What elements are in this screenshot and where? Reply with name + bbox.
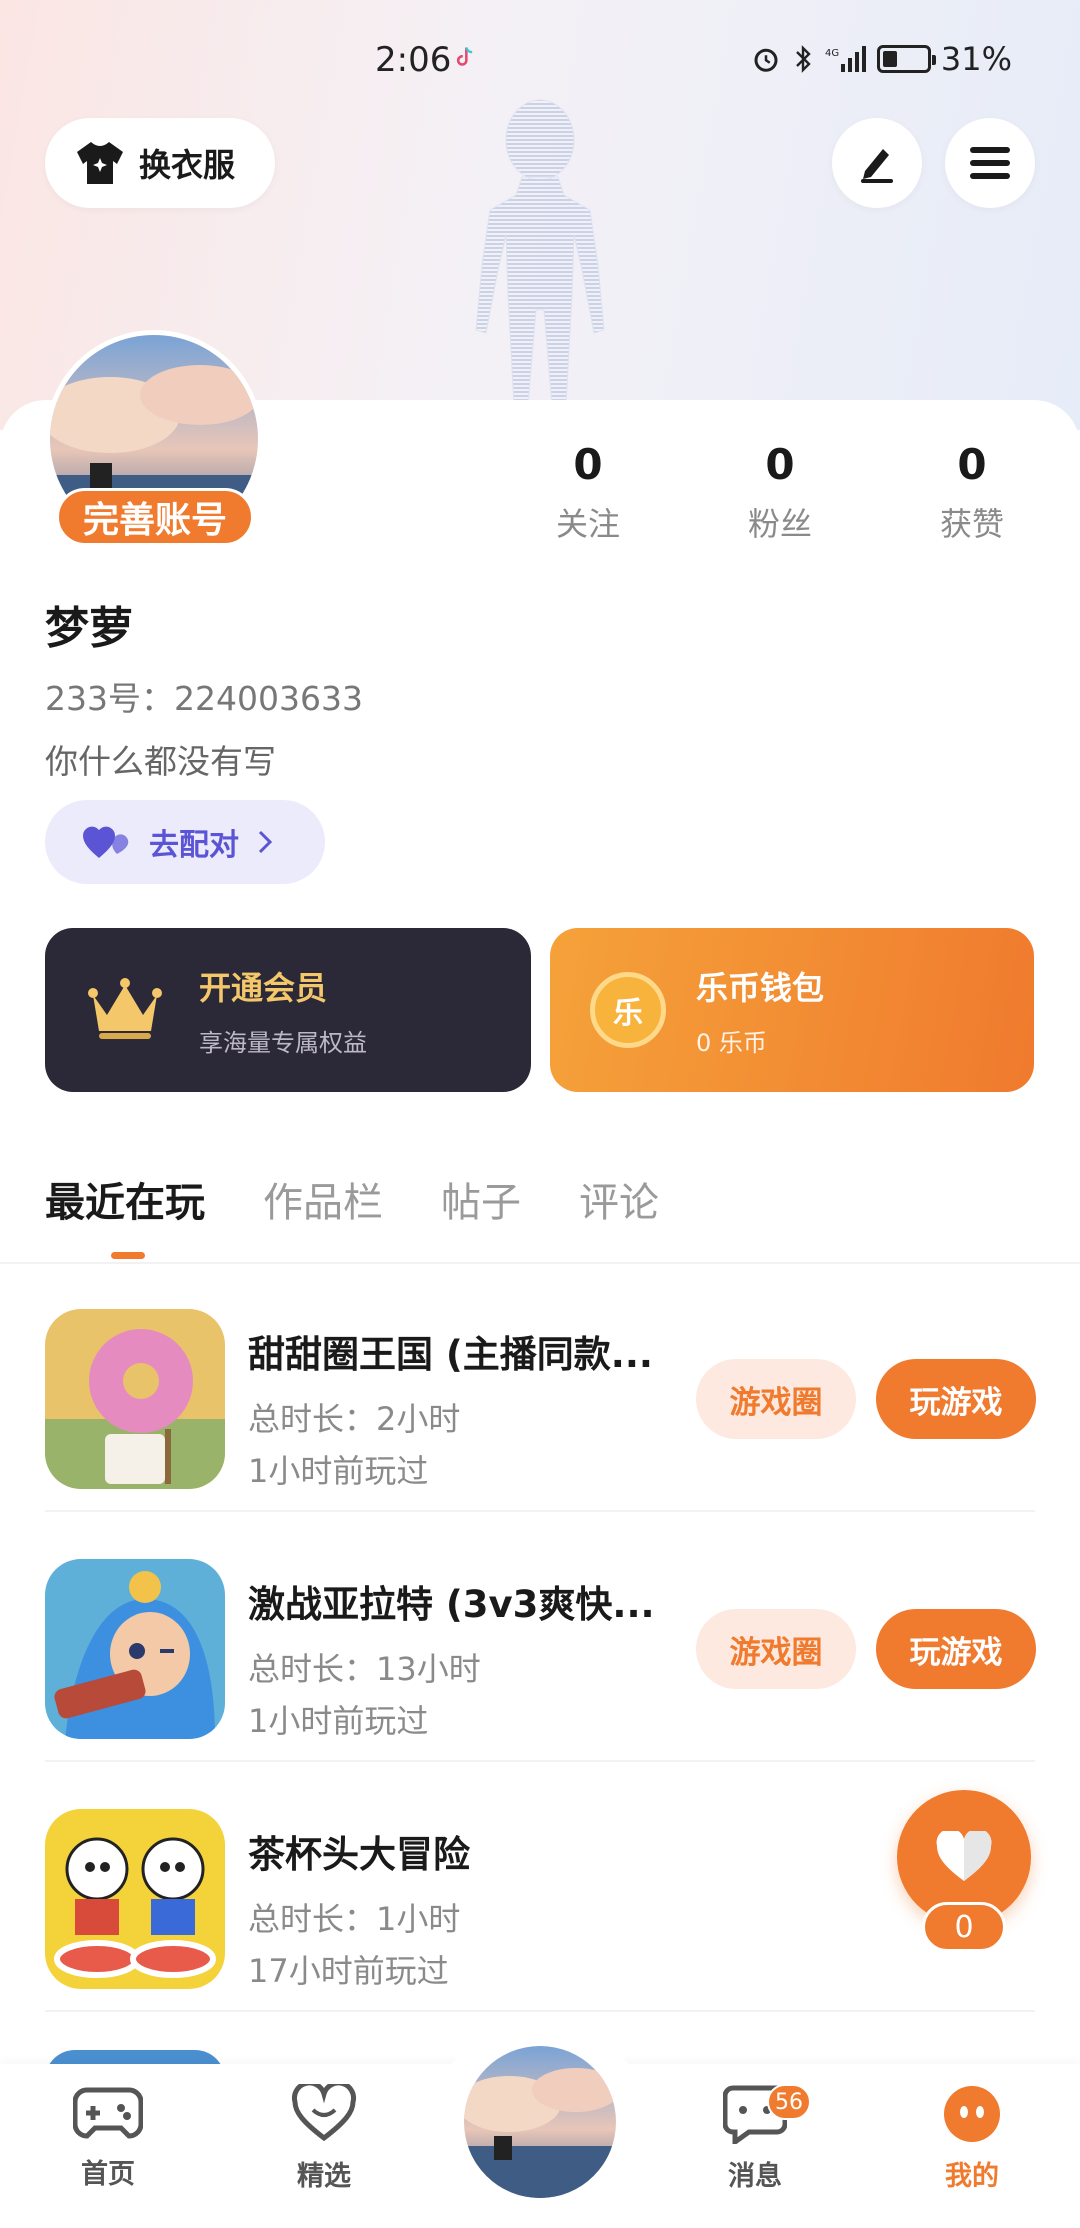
nav-featured-label: 精选 bbox=[297, 2161, 351, 2192]
nav-messages-label: 消息 bbox=[728, 2161, 782, 2192]
game-row[interactable]: 甜甜圈王国 (主播同款... 总时长：2小时 1小时前玩过 游戏圈 玩游戏 bbox=[45, 1264, 1036, 1512]
signal-icon: 4G bbox=[825, 46, 866, 72]
hamburger-menu-icon bbox=[970, 147, 1010, 179]
crown-icon bbox=[88, 978, 162, 1039]
user-id: 233号：224003633 bbox=[45, 679, 363, 718]
heart-icon bbox=[936, 1831, 992, 1881]
avatar-3d-figure[interactable] bbox=[440, 95, 640, 405]
stat-likes-value: 0 bbox=[957, 440, 987, 489]
username: 梦萝 bbox=[45, 603, 133, 654]
tab-comments[interactable]: 评论 bbox=[579, 1170, 659, 1228]
status-time: 2:06 bbox=[375, 40, 452, 80]
messages-badge: 56 bbox=[767, 2084, 811, 2120]
stat-following[interactable]: 0 关注 bbox=[513, 440, 663, 545]
play-game-button[interactable]: 玩游戏 bbox=[876, 1359, 1036, 1439]
stat-fans-value: 0 bbox=[765, 440, 795, 489]
edit-profile-button[interactable] bbox=[832, 118, 922, 208]
game-last-played: 17小时前玩过 bbox=[248, 1952, 449, 1990]
nav-item-featured[interactable]: 精选 bbox=[264, 2080, 384, 2193]
user-bio: 你什么都没有写 bbox=[45, 742, 276, 781]
svg-text:4G: 4G bbox=[825, 48, 839, 59]
game-total-time: 总时长：2小时 bbox=[248, 1400, 461, 1438]
battery-icon bbox=[876, 45, 936, 73]
menu-button[interactable] bbox=[945, 118, 1035, 208]
alarm-icon bbox=[754, 48, 778, 72]
chevron-right-icon bbox=[258, 830, 273, 854]
status-bar: 2:06 4G 31% bbox=[0, 0, 1080, 120]
row-divider bbox=[45, 2010, 1035, 2012]
shirt-icon bbox=[77, 142, 123, 184]
tab-recently-played[interactable]: 最近在玩 bbox=[45, 1170, 205, 1228]
play-game-button[interactable]: 玩游戏 bbox=[876, 1609, 1036, 1689]
pen-icon bbox=[861, 149, 893, 183]
nav-home-label: 首页 bbox=[81, 2159, 135, 2190]
game-icon-battle-arena[interactable] bbox=[45, 1559, 225, 1739]
profile-tabs: 最近在玩 作品栏 帖子 评论 bbox=[45, 1170, 659, 1228]
vip-subtitle: 享海量专属权益 bbox=[199, 1028, 367, 1057]
game-name: 甜甜圈王国 (主播同款... bbox=[248, 1333, 653, 1376]
bluetooth-icon bbox=[796, 45, 811, 73]
tab-posts[interactable]: 帖子 bbox=[441, 1170, 521, 1228]
stat-fans[interactable]: 0 粉丝 bbox=[705, 440, 855, 545]
row-divider bbox=[45, 1760, 1035, 1762]
game-total-time: 总时长：13小时 bbox=[248, 1650, 481, 1688]
heart-chat-icon bbox=[291, 2080, 357, 2142]
match-button[interactable]: 去配对 bbox=[45, 800, 325, 884]
stat-following-value: 0 bbox=[573, 440, 603, 489]
game-total-time: 总时长：1小时 bbox=[248, 1900, 461, 1938]
game-circle-button[interactable]: 游戏圈 bbox=[696, 1609, 856, 1689]
battery-percent: 31% bbox=[940, 40, 1012, 78]
game-last-played: 1小时前玩过 bbox=[248, 1452, 429, 1490]
tab-active-indicator bbox=[111, 1252, 145, 1259]
stat-following-label: 关注 bbox=[555, 505, 620, 543]
complete-account-badge[interactable]: 完善账号 bbox=[56, 488, 254, 546]
stat-likes-label: 获赞 bbox=[939, 505, 1004, 543]
nav-item-home[interactable]: 首页 bbox=[48, 2084, 168, 2191]
nav-item-me[interactable]: 我的 bbox=[912, 2084, 1032, 2193]
coin-glyph: 乐 bbox=[613, 996, 643, 1031]
game-last-played: 1小时前玩过 bbox=[248, 1702, 429, 1740]
vip-card[interactable]: 开通会员 享海量专属权益 bbox=[45, 928, 531, 1092]
gamepad-icon bbox=[72, 2087, 144, 2139]
stat-likes[interactable]: 0 获赞 bbox=[897, 440, 1047, 545]
wallet-card[interactable]: 乐 乐币钱包 0 乐币 bbox=[550, 928, 1034, 1092]
tab-works[interactable]: 作品栏 bbox=[263, 1170, 383, 1228]
game-circle-button[interactable]: 游戏圈 bbox=[696, 1359, 856, 1439]
game-row[interactable]: 激战亚拉特 (3v3爽快... 总时长：13小时 1小时前玩过 游戏圈 玩游戏 bbox=[45, 1514, 1036, 1762]
tiktok-icon bbox=[456, 47, 473, 66]
change-outfit-button[interactable]: 换衣服 bbox=[45, 118, 275, 208]
game-name: 激战亚拉特 (3v3爽快... bbox=[248, 1583, 655, 1626]
status-right-group: 4G 31% bbox=[751, 40, 1012, 78]
stat-fans-label: 粉丝 bbox=[747, 505, 812, 543]
nav-center-avatar[interactable] bbox=[460, 2042, 620, 2202]
nav-me-label: 我的 bbox=[945, 2161, 999, 2192]
match-label: 去配对 bbox=[149, 828, 239, 863]
heart-pair-icon bbox=[83, 826, 129, 858]
game-name: 茶杯头大冒险 bbox=[248, 1833, 470, 1876]
wallet-balance: 0 乐币 bbox=[696, 1028, 767, 1057]
coin-icon: 乐 bbox=[590, 972, 666, 1048]
vip-title: 开通会员 bbox=[199, 968, 328, 1007]
game-icon-cuphead[interactable] bbox=[45, 1809, 225, 1989]
game-row[interactable]: 茶杯头大冒险 总时长：1小时 17小时前玩过 bbox=[45, 1764, 1035, 2012]
floating-like-count: 0 bbox=[922, 1902, 1006, 1952]
profile-face-icon bbox=[944, 2086, 1000, 2142]
game-icon-donut-county[interactable] bbox=[45, 1309, 225, 1489]
row-divider bbox=[45, 1510, 1035, 1512]
wallet-title: 乐币钱包 bbox=[696, 968, 825, 1007]
change-outfit-label: 换衣服 bbox=[139, 146, 236, 184]
